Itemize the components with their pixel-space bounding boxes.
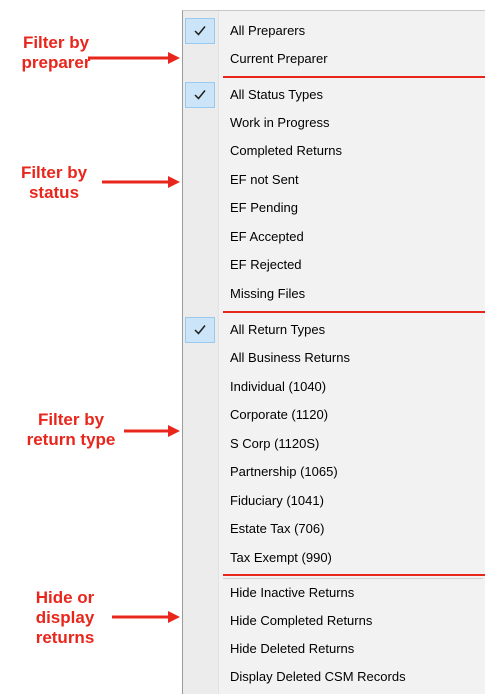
menu-item-label: Current Preparer [230,51,328,66]
menu-item-partnership-1065[interactable]: Partnership (1065) [183,458,484,486]
menu-item-label: Estate Tax (706) [230,521,325,536]
menu-item-ef-not-sent[interactable]: EF not Sent [183,166,484,194]
menu-item-label: Fiduciary (1041) [230,493,324,508]
menu-item-fiduciary-1041[interactable]: Fiduciary (1041) [183,487,484,515]
arrow-icon [102,176,180,188]
menu-item-estate-tax-706[interactable]: Estate Tax (706) [183,515,484,543]
annotation-hide-or-display-returns: Hide or display returns [20,588,110,648]
annotation-line: Filter by [37,410,105,429]
checked-highlight [185,317,215,343]
menu-item-missing-files[interactable]: Missing Files [183,280,484,308]
menu-item-ef-pending[interactable]: EF Pending [183,194,484,222]
annotation-line: return type [26,430,116,449]
menu-item-label: Display Deleted CSM Records [230,669,406,684]
menu-item-all-business-returns[interactable]: All Business Returns [183,344,484,372]
annotation-line: returns [35,628,95,647]
annotation-line: Filter by [20,163,88,182]
menu-item-label: Individual (1040) [230,379,327,394]
group-separator [223,76,485,78]
menu-item-label: Corporate (1120) [230,407,329,422]
menu-item-all-preparers[interactable]: All Preparers [183,17,484,45]
menu-item-label: S Corp (1120S) [230,436,320,451]
menu-item-work-in-progress[interactable]: Work in Progress [183,109,484,137]
checked-highlight [185,18,215,44]
menu-item-hide-deleted-returns[interactable]: Hide Deleted Returns [183,635,484,663]
menu-item-completed-returns[interactable]: Completed Returns [183,137,484,165]
menu-item-label: All Business Returns [230,350,350,365]
menu-item-label: EF Accepted [230,229,304,244]
checkmark-icon [194,26,206,36]
menu-item-individual-1040[interactable]: Individual (1040) [183,373,484,401]
menu-item-all-status-types[interactable]: All Status Types [183,81,484,109]
menu-item-label: All Return Types [230,322,326,337]
group-separator [223,311,485,313]
checked-highlight [185,82,215,108]
menu-item-s-corp-1120s[interactable]: S Corp (1120S) [183,430,484,458]
menu-item-label: Hide Completed Returns [230,613,373,628]
arrow-icon [124,425,180,437]
menu-item-tax-exempt-990[interactable]: Tax Exempt (990) [183,544,484,572]
annotation-line: status [28,183,80,202]
menu-item-label: Partnership (1065) [230,464,338,479]
filter-context-menu: All Preparers Current Preparer All Statu… [182,10,485,694]
menu-item-label: All Status Types [230,87,323,102]
menu-item-label: Tax Exempt (990) [230,550,332,565]
menu-item-label: EF not Sent [230,172,299,187]
menu-item-label: Work in Progress [230,115,330,130]
menu-item-display-deleted-csm-records[interactable]: Display Deleted CSM Records [183,663,484,691]
menu-item-all-return-types[interactable]: All Return Types [183,316,484,344]
menu-item-hide-completed-returns[interactable]: Hide Completed Returns [183,607,484,635]
menu-item-label: All Preparers [230,23,306,38]
checkmark-icon [194,90,206,100]
menu-item-corporate-1120[interactable]: Corporate (1120) [183,401,484,429]
menu-item-current-preparer[interactable]: Current Preparer [183,45,484,73]
menu-item-ef-rejected[interactable]: EF Rejected [183,251,484,279]
menu-item-label: EF Rejected [230,257,302,272]
menu-item-hide-inactive-returns[interactable]: Hide Inactive Returns [183,579,484,607]
menu-item-label: Hide Inactive Returns [230,585,355,600]
annotation-line: display [35,608,95,627]
menu-item-label: Hide Deleted Returns [230,641,355,656]
annotation-line: Hide or [35,588,95,607]
menu-item-label: EF Pending [230,200,298,215]
annotation-filter-by-return-type: Filter by return type [16,410,126,450]
group-separator [223,574,485,576]
checkmark-icon [194,325,206,335]
arrow-icon [88,52,180,64]
arrow-icon [112,611,180,623]
annotation-filter-by-status: Filter by status [4,163,104,203]
menu-item-ef-accepted[interactable]: EF Accepted [183,223,484,251]
menu-item-label: Missing Files [230,286,306,301]
menu-item-label: Completed Returns [230,143,342,158]
